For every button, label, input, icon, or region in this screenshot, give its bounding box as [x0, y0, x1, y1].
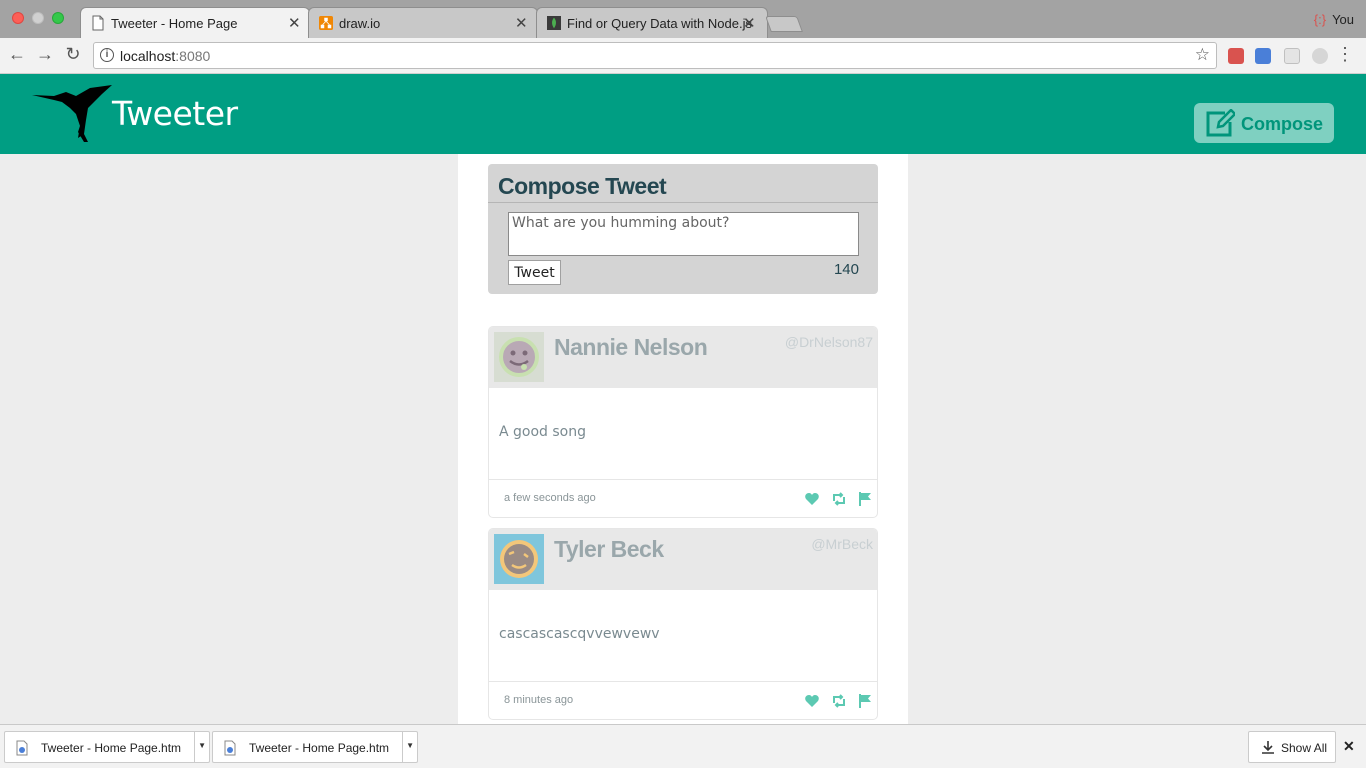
tab-title: draw.io — [339, 16, 381, 31]
edit-icon — [1206, 109, 1235, 137]
tweet-header: Tyler Beck @MrBeck — [489, 529, 877, 590]
compose-button[interactable]: Compose — [1194, 103, 1334, 143]
like-heart-icon[interactable] — [804, 491, 820, 507]
divider — [488, 202, 878, 203]
new-tab-button[interactable] — [765, 16, 803, 32]
reload-icon[interactable]: ↻ — [62, 44, 84, 65]
tweet-actions — [798, 491, 873, 507]
site-navbar: Tweeter Compose — [0, 74, 1366, 154]
translate-extension-icon[interactable] — [1255, 48, 1271, 64]
tab-close-icon[interactable]: ✕ — [288, 14, 301, 32]
divider — [194, 732, 195, 762]
character-counter: 140 — [833, 261, 859, 278]
tweet-footer: a few seconds ago — [489, 479, 877, 517]
drawio-icon — [319, 16, 333, 30]
avatar — [494, 534, 544, 584]
tweet-author-name: Tyler Beck — [554, 536, 664, 562]
tweet-actions — [798, 693, 873, 709]
extension-icon[interactable] — [1284, 48, 1300, 64]
hummingbird-logo-icon — [32, 85, 112, 142]
close-icon[interactable]: ✕ — [1343, 738, 1355, 755]
tab-drawio[interactable]: draw.io ✕ — [308, 7, 538, 38]
download-item[interactable]: Tweeter - Home Page.htm ▼ — [212, 731, 418, 763]
tweet-author-name: Nannie Nelson — [554, 334, 708, 360]
tweet-submit-button[interactable]: Tweet — [508, 260, 561, 285]
avatar — [494, 332, 544, 382]
tweet-footer: 8 minutes ago — [489, 681, 877, 719]
tweet-text-input[interactable] — [508, 212, 859, 256]
tweet-content: A good song — [499, 424, 587, 440]
file-icon — [16, 740, 28, 756]
bookmark-star-icon[interactable]: ☆ — [1195, 45, 1210, 65]
main-container: Compose Tweet Tweet 140 Nannie Nelson @D… — [458, 154, 908, 724]
window-maximize-button[interactable] — [52, 12, 64, 24]
tab-close-icon[interactable]: ✕ — [743, 14, 756, 32]
chevron-down-icon[interactable]: ▼ — [198, 741, 206, 750]
info-icon[interactable]: i — [100, 48, 114, 62]
window-close-button[interactable] — [12, 12, 24, 24]
back-arrow-icon[interactable]: ← — [6, 44, 28, 65]
tweet-card: Nannie Nelson @DrNelson87 A good song a … — [488, 326, 878, 518]
show-all-downloads-button[interactable]: Show All — [1248, 731, 1336, 763]
tab-close-icon[interactable]: ✕ — [515, 14, 528, 32]
download-icon — [1262, 741, 1274, 754]
tab-mongodb-docs[interactable]: Find or Query Data with Node.js ✕ — [536, 7, 768, 38]
compose-button-label: Compose — [1241, 114, 1324, 134]
profile-icon: {:} — [1313, 12, 1327, 27]
retweet-icon[interactable] — [831, 491, 847, 507]
retweet-icon[interactable] — [831, 693, 847, 709]
tab-tweeter-home[interactable]: Tweeter - Home Page ✕ — [80, 7, 310, 38]
tab-title: Find or Query Data with Node.js — [567, 16, 752, 31]
chevron-down-icon[interactable]: ▼ — [406, 741, 414, 750]
compose-heading: Compose Tweet — [498, 173, 667, 199]
download-filename: Tweeter - Home Page.htm — [41, 741, 182, 755]
download-item[interactable]: Tweeter - Home Page.htm ▼ — [4, 731, 210, 763]
tweet-content: cascascascqvvewvewv — [499, 626, 660, 642]
extension-icon[interactable] — [1312, 48, 1328, 64]
address-bar[interactable]: i localhost:8080 ☆ — [93, 42, 1217, 69]
browser-menu-icon[interactable]: ⋮ — [1336, 45, 1354, 63]
site-brand[interactable]: Tweeter — [112, 94, 238, 133]
flag-icon[interactable] — [857, 491, 873, 507]
profile-name: You — [1332, 12, 1354, 27]
like-heart-icon[interactable] — [804, 693, 820, 709]
flag-icon[interactable] — [857, 693, 873, 709]
compose-tweet-panel: Compose Tweet Tweet 140 — [488, 164, 878, 294]
tweet-author-handle: @DrNelson87 — [784, 334, 873, 350]
tweet-author-handle: @MrBeck — [811, 536, 873, 552]
window-minimize-button[interactable] — [32, 12, 44, 24]
show-all-label: Show All — [1281, 741, 1328, 755]
download-bar: Tweeter - Home Page.htm ▼ Tweeter - Home… — [0, 724, 1366, 768]
document-icon — [92, 15, 104, 31]
tweet-header: Nannie Nelson @DrNelson87 — [489, 327, 877, 388]
download-filename: Tweeter - Home Page.htm — [249, 741, 390, 755]
file-icon — [224, 740, 236, 756]
browser-tab-strip: Tweeter - Home Page ✕ draw.io ✕ Find or … — [0, 0, 1366, 38]
tweet-card: Tyler Beck @MrBeck cascascascqvvewvewv 8… — [488, 528, 878, 720]
profile-button[interactable]: {:} You — [1314, 12, 1354, 27]
tweet-timestamp: a few seconds ago — [504, 492, 596, 504]
tab-title: Tweeter - Home Page — [111, 16, 238, 31]
mongodb-leaf-icon — [547, 16, 561, 30]
tweet-timestamp: 8 minutes ago — [504, 694, 574, 706]
bookmark-extension-icon[interactable] — [1228, 48, 1244, 64]
url-text: localhost:8080 — [120, 48, 211, 64]
page-viewport: Tweeter Compose Compose Tweet Tweet 140 — [0, 74, 1366, 724]
browser-toolbar: ← → ↻ i localhost:8080 ☆ ⋮ — [0, 38, 1366, 74]
forward-arrow-icon[interactable]: → — [34, 44, 56, 65]
divider — [402, 732, 403, 762]
